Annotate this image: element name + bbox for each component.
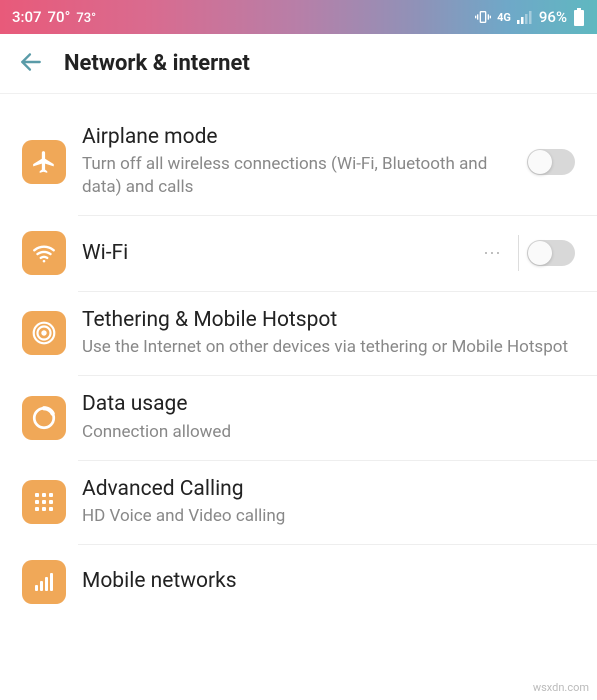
divider [518,235,519,271]
header: Network & internet [0,34,597,94]
watermark: wsxdn.com [533,681,589,694]
battery-icon [573,8,585,26]
settings-item-airplane-mode[interactable]: Airplane mode Turn off all wireless conn… [0,108,597,215]
signal-icon [517,10,533,24]
advanced-calling-icon [22,480,66,524]
status-temp-2: 73° [76,11,96,26]
item-content: Tethering & Mobile Hotspot Use the Inter… [82,307,575,359]
data-usage-icon [22,396,66,440]
item-title: Advanced Calling [82,476,575,503]
item-content: Airplane mode Turn off all wireless conn… [82,124,527,199]
item-subtitle: Use the Internet on other devices via te… [82,336,575,359]
item-subtitle: Turn off all wireless connections (Wi-Fi… [82,153,527,199]
settings-item-advanced-calling[interactable]: Advanced Calling HD Voice and Video call… [0,460,597,544]
wifi-toggle[interactable] [527,240,575,266]
item-content: Mobile networks [82,568,575,595]
airplane-icon [22,140,66,184]
vibrate-icon [475,9,491,25]
settings-item-mobile-networks[interactable]: Mobile networks [0,544,597,620]
airplane-mode-toggle[interactable] [527,149,575,175]
toggle-knob [528,241,552,265]
status-bar: 3:07 70° 73° 4G 96% [0,0,597,34]
toggle-knob [528,150,552,174]
settings-item-data-usage[interactable]: Data usage Connection allowed [0,375,597,459]
item-subtitle: Connection allowed [82,421,575,444]
item-subtitle: HD Voice and Video calling [82,505,575,528]
item-title: Mobile networks [82,568,575,595]
item-content: Data usage Connection allowed [82,391,575,443]
wifi-icon [22,231,66,275]
item-content: Wi-Fi [82,240,475,267]
status-temp-1: 70° [48,8,71,26]
network-type-label: 4G [497,11,511,24]
more-icon[interactable]: ⋯ [475,243,510,264]
back-arrow-icon[interactable] [18,49,44,79]
item-title: Tethering & Mobile Hotspot [82,307,575,334]
item-title: Data usage [82,391,575,418]
battery-percent: 96% [539,8,567,26]
status-time: 3:07 [12,8,42,26]
item-trail: ⋯ [475,235,575,271]
page-title: Network & internet [64,51,250,76]
item-content: Advanced Calling HD Voice and Video call… [82,476,575,528]
item-title: Wi-Fi [82,240,475,267]
settings-list: Airplane mode Turn off all wireless conn… [0,94,597,700]
hotspot-icon [22,311,66,355]
settings-item-tethering[interactable]: Tethering & Mobile Hotspot Use the Inter… [0,291,597,375]
network-type-icon: 4G [497,11,511,24]
status-left: 3:07 70° 73° [12,8,96,26]
mobile-networks-icon [22,560,66,604]
item-title: Airplane mode [82,124,527,151]
settings-item-wifi[interactable]: Wi-Fi ⋯ [0,215,597,291]
status-right: 4G 96% [475,8,585,26]
